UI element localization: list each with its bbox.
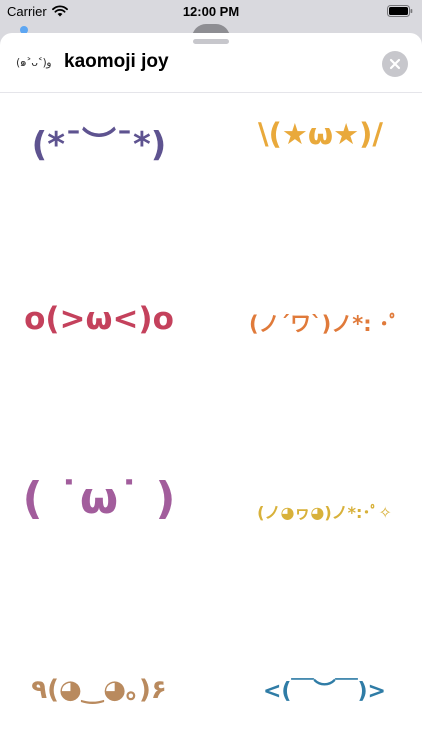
status-bar: Carrier 12:00 PM: [0, 0, 422, 24]
app-title: kaomoji joy: [64, 51, 169, 72]
sticker-kaomoji[interactable]: o(>ω<)o: [14, 301, 184, 337]
sticker-kaomoji[interactable]: <(￣︶￣)>: [232, 673, 417, 705]
app-logo: (๑˃ᴗ˂)ﻭ: [16, 56, 52, 69]
sticker-kaomoji[interactable]: (ノ◕ヮ◕)ノ*:･ﾟ✧: [232, 499, 417, 523]
sticker-kaomoji[interactable]: (*¯︶¯*): [14, 117, 184, 166]
status-time: 12:00 PM: [182, 4, 240, 19]
sticker-kaomoji[interactable]: (ノ´ワ`)ノ*: ･ﾟ: [232, 308, 417, 338]
sticker-kaomoji[interactable]: ( ˙ω˙ ): [14, 473, 184, 524]
close-button[interactable]: [382, 51, 408, 77]
battery-icon: [387, 5, 413, 17]
sheet-header: (๑˃ᴗ˂)ﻭ kaomoji joy: [0, 33, 422, 93]
sticker-sheet: (๑˃ᴗ˂)ﻭ kaomoji joy (*¯︶¯*) \(★ω★)/ o(>ω…: [0, 33, 422, 750]
sticker-kaomoji[interactable]: \(★ω★)/: [228, 117, 413, 151]
close-icon: [389, 58, 401, 70]
sticker-kaomoji[interactable]: ٩(◕‿◕｡)۶: [14, 669, 184, 706]
screen: Carrier 12:00 PM (๑˃ᴗ˂)ﻭ kaomoji joy (*¯…: [0, 0, 422, 750]
